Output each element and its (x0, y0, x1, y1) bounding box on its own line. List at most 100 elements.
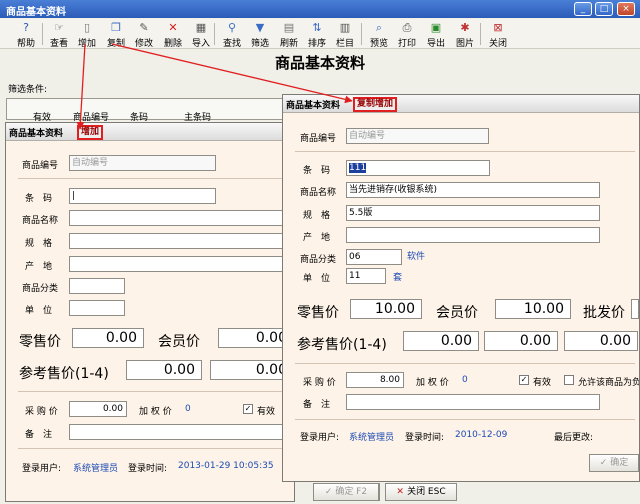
toolbar-delete-button[interactable]: ✕ 删除 (158, 21, 188, 50)
toolbar-view-button[interactable]: ☞ 查看 (44, 21, 74, 50)
check-icon: ✓ (324, 487, 336, 497)
product-code-field[interactable]: 自动编号 (346, 128, 489, 144)
toolbar-import-button[interactable]: ▦ 导入 (186, 21, 216, 50)
add-mode-label: 增加 (77, 125, 104, 140)
copy-confirm-button[interactable]: ✓ 确定 (589, 454, 639, 472)
valid-checkbox[interactable]: ✓ (243, 404, 253, 414)
toolbar-preview-button[interactable]: ⌕ 预览 (364, 21, 394, 50)
login-user-value: 系统管理员 (73, 464, 119, 474)
origin-input[interactable] (346, 227, 600, 243)
wholesale-price-input[interactable] (631, 299, 639, 319)
valid-label: 有效 (257, 407, 276, 417)
copy-product-dialog: 商品基本资料 复制增加 商品编号 自动编号 条 码 111 商品名称 当先进销存… (282, 94, 640, 482)
category-label: 商品分类 (300, 255, 337, 265)
import-icon: ▦ (195, 21, 207, 34)
filter-icon: ▼ (255, 21, 265, 34)
reference-price-1-input[interactable]: 0.00 (403, 331, 479, 351)
toolbar-refresh-button[interactable]: ▤ 刷新 (274, 21, 304, 50)
unit-input[interactable] (69, 300, 125, 316)
copy-dialog-title-bar: 商品基本资料 复制增加 (283, 95, 639, 113)
product-code-label: 商品编号 (22, 161, 59, 171)
last-change-label: 最后更改: (554, 433, 594, 443)
category-input[interactable] (69, 278, 125, 294)
window-close-button[interactable]: × (617, 2, 635, 16)
minimize-button[interactable]: _ (574, 2, 592, 16)
category-label: 商品分类 (22, 284, 59, 294)
add-close-button[interactable]: ✕ 关闭 ESC (385, 483, 457, 501)
member-price-input[interactable]: 10.00 (495, 299, 571, 319)
retail-price-input[interactable]: 10.00 (350, 299, 422, 319)
view-icon: ☞ (54, 21, 64, 34)
category-input[interactable]: 06 (346, 249, 402, 265)
origin-label: 产 地 (25, 262, 53, 272)
note-input[interactable] (69, 424, 294, 440)
toolbar-picture-button[interactable]: ✱ 图片 (450, 21, 480, 50)
main-title-bar: 商品基本资料 _ □ × (0, 0, 640, 18)
unit-input[interactable]: 11 (346, 268, 386, 284)
login-time-label: 登录时间: (128, 464, 168, 474)
add-dialog-title: 商品基本资料 (9, 129, 64, 139)
refresh-icon: ▤ (283, 21, 295, 34)
maximize-button[interactable]: □ (595, 2, 613, 16)
note-input[interactable] (346, 394, 600, 410)
origin-label: 产 地 (303, 233, 331, 243)
purchase-price-input[interactable]: 0.00 (69, 401, 127, 417)
origin-input[interactable] (69, 256, 289, 272)
toolbar-filter-button[interactable]: ▼ 筛选 (245, 21, 275, 50)
spec-input[interactable]: 5.5版 (346, 205, 600, 221)
divider (18, 178, 288, 179)
reference-price-label: 参考售价(1-4) (297, 337, 387, 353)
barcode-input[interactable]: 111 (346, 160, 490, 176)
toolbar-edit-button[interactable]: ✎ 修改 (129, 21, 159, 50)
toolbar-sort-button[interactable]: ⇅ 排序 (302, 21, 332, 50)
name-label: 商品名称 (22, 216, 59, 226)
reference-price-2-input[interactable]: 0.00 (484, 331, 558, 351)
toolbar-help-button[interactable]: ? 帮助 (11, 21, 41, 50)
category-name[interactable]: 软件 (407, 249, 425, 262)
edit-icon: ✎ (139, 21, 149, 34)
product-code-field[interactable]: 自动编号 (69, 155, 216, 171)
page-title: 商品基本资料 (274, 54, 365, 72)
weighted-price-value: 0 (462, 375, 468, 385)
toolbar-print-button[interactable]: ⎙ 打印 (392, 21, 422, 50)
purchase-price-input[interactable]: 8.00 (346, 372, 404, 388)
allow-negative-checkbox[interactable] (564, 375, 574, 385)
reference-price-1-input[interactable]: 0.00 (126, 360, 202, 380)
allow-negative-label: 允许该商品为负 (578, 378, 639, 388)
login-user-label: 登录用户: (300, 433, 340, 443)
toolbar-find-button[interactable]: ⚲ 查找 (217, 21, 247, 50)
note-label: 备 注 (25, 430, 53, 440)
member-price-label: 会员价 (158, 334, 200, 350)
toolbar-add-button[interactable]: ▯ 增加 (72, 21, 102, 50)
retail-price-input[interactable]: 0.00 (72, 328, 144, 348)
product-code-label: 商品编号 (300, 134, 337, 144)
retail-price-label: 零售价 (19, 334, 61, 350)
add-confirm-button[interactable]: ✓ 确定 F2 (313, 483, 379, 501)
spec-input[interactable] (69, 233, 289, 249)
login-time-value: 2010-12-09 (455, 430, 508, 440)
toolbar-close-button[interactable]: ⊠ 关闭 (483, 21, 513, 50)
toolbar-export-button[interactable]: ▣ 导出 (421, 21, 451, 50)
barcode-input[interactable]: | (69, 188, 216, 204)
login-time-label: 登录时间: (405, 433, 445, 443)
export-icon: ▣ (430, 21, 442, 34)
divider (295, 419, 635, 420)
unit-name[interactable]: 套 (393, 270, 402, 283)
valid-checkbox[interactable]: ✓ (519, 375, 529, 385)
picture-icon: ✱ (460, 21, 470, 34)
toolbar-columns-button[interactable]: ▥ 栏目 (330, 21, 360, 50)
toolbar-copy-button[interactable]: ❐ 复制 (101, 21, 131, 50)
wholesale-price-label: 批发价 (583, 305, 625, 321)
copy-dialog-title: 商品基本资料 (286, 101, 341, 111)
toolbar: ? 帮助 ☞ 查看 ▯ 增加 ❐ 复制 ✎ 修改 ✕ 删除 ▦ 导入 ⚲ 查找 … (0, 19, 640, 49)
check-icon: ✓ (599, 458, 611, 468)
name-input[interactable] (69, 210, 289, 226)
name-input[interactable]: 当先进销存(收银系统) (346, 182, 600, 198)
reference-price-3-input[interactable]: 0.00 (564, 331, 638, 351)
spec-label: 规 格 (25, 239, 53, 249)
reference-price-label: 参考售价(1-4) (19, 366, 109, 382)
copy-icon: ❐ (111, 21, 121, 34)
main-window-title: 商品基本资料 (6, 7, 66, 18)
retail-price-label: 零售价 (297, 305, 339, 321)
member-price-label: 会员价 (436, 305, 478, 321)
